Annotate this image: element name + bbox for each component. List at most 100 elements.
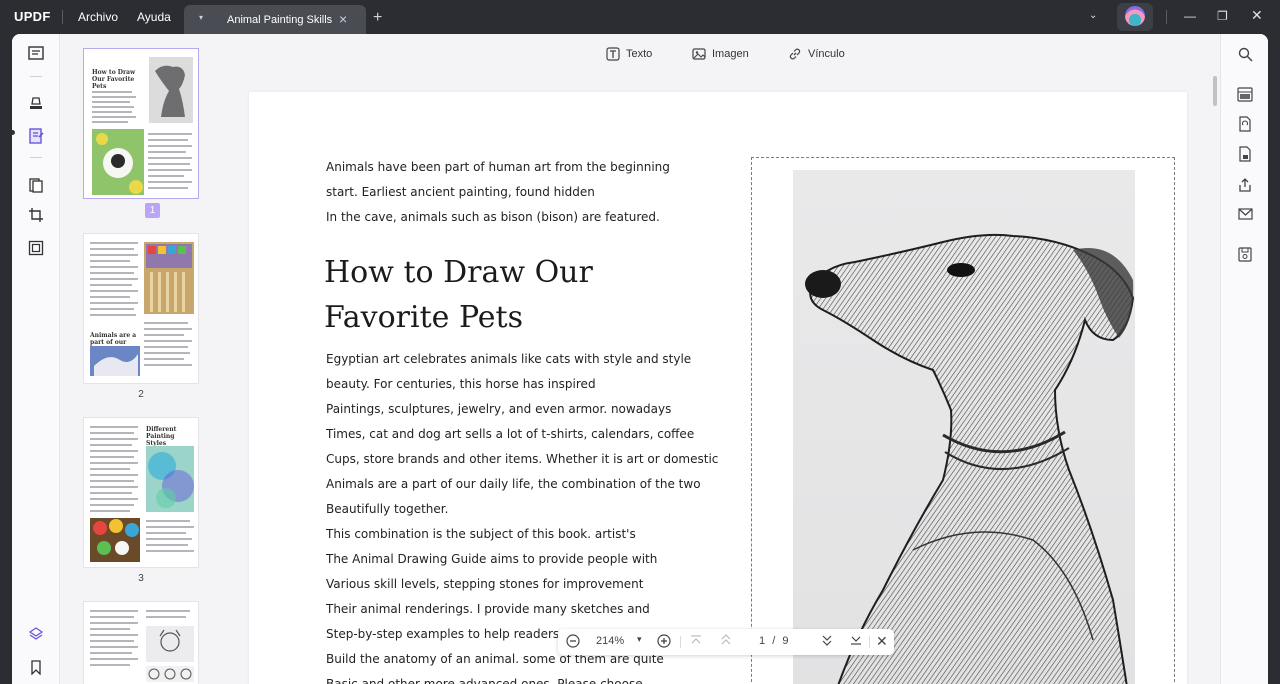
previous-page-icon[interactable] xyxy=(720,633,732,650)
thumb-watercolor xyxy=(146,446,194,512)
zoom-out-icon[interactable] xyxy=(566,634,580,651)
share-icon[interactable] xyxy=(1235,174,1255,194)
close-bar-icon[interactable]: ✕ xyxy=(876,633,888,650)
thumb-heading: Different Painting Styles xyxy=(146,426,177,447)
add-image-button[interactable]: Imagen xyxy=(692,47,749,61)
thumb-text-line xyxy=(148,145,192,147)
page-thumbnail-4[interactable] xyxy=(83,601,199,684)
save-icon[interactable] xyxy=(1235,244,1255,264)
thumb-text-line xyxy=(92,101,130,103)
thumb-text-line xyxy=(146,538,192,540)
thumb-text-line xyxy=(90,610,138,612)
text-line: Animals are a part of our daily life, th… xyxy=(326,477,701,491)
thumb-text-line xyxy=(90,646,138,648)
thumb-text-line xyxy=(90,426,138,428)
next-page-icon[interactable] xyxy=(821,633,833,650)
page-heading[interactable]: How to Draw Our Favorite Pets xyxy=(324,250,593,340)
thumb-text-line xyxy=(90,486,138,488)
image-selection-frame[interactable] xyxy=(751,157,1175,684)
intro-paragraph[interactable]: Animals have been part of human art from… xyxy=(326,155,670,230)
dog-sketch-image[interactable] xyxy=(793,170,1135,684)
zoom-dropdown-icon[interactable]: ▾ xyxy=(637,634,642,645)
page-thumbnail-2[interactable]: Animals are a part of our daily life xyxy=(83,233,199,384)
bookmark-icon[interactable] xyxy=(25,656,47,678)
tab-close-icon[interactable]: × xyxy=(339,11,347,27)
minimize-icon[interactable]: — xyxy=(1184,9,1196,23)
edit-pdf-icon[interactable] xyxy=(25,125,47,147)
text-line: Basic and other more advanced ones. Plea… xyxy=(326,677,643,684)
vertical-scrollbar[interactable] xyxy=(1213,76,1217,106)
thumb-text-line xyxy=(144,352,190,354)
title-bar: UPDF Archivo Ayuda ▾ Animal Painting Ski… xyxy=(0,0,1280,34)
tools-icon[interactable] xyxy=(25,237,47,259)
page-thumbnail-1[interactable]: How to Draw Our Favorite Pets xyxy=(83,48,199,199)
protect-icon[interactable] xyxy=(1235,144,1255,164)
thumb-text-line xyxy=(90,510,130,512)
text-line: Cups, store brands and other items. Whet… xyxy=(326,452,719,466)
text-line: The Animal Drawing Guide aims to provide… xyxy=(326,552,658,566)
text-line: Times, cat and dog art sells a lot of t-… xyxy=(326,427,695,441)
menu-ayuda[interactable]: Ayuda xyxy=(137,10,171,24)
text-line: In the cave, animals such as bison (biso… xyxy=(326,210,660,224)
thumb-text-line xyxy=(148,139,188,141)
thumb-text-line xyxy=(148,157,192,159)
thumb-paint-pots xyxy=(90,518,140,562)
thumb-text-line xyxy=(148,151,186,153)
left-tool-rail xyxy=(12,34,60,684)
thumb-text-line xyxy=(146,520,190,522)
organize-pages-icon[interactable] xyxy=(25,174,47,196)
thumb-text-line xyxy=(148,133,192,135)
close-window-icon[interactable]: ✕ xyxy=(1251,7,1263,24)
thumb-text-line xyxy=(90,652,132,654)
heading-line: Favorite Pets xyxy=(324,300,523,335)
thumb-text-line xyxy=(90,432,134,434)
thumb-text-line xyxy=(90,314,136,316)
thumb-text-line xyxy=(90,628,130,630)
document-tab[interactable]: ▾ Animal Painting Skills × xyxy=(184,5,366,34)
reader-mode-icon[interactable] xyxy=(25,42,47,64)
thumb-text-line xyxy=(144,328,192,330)
total-pages: 9 xyxy=(782,635,789,647)
zoom-in-icon[interactable] xyxy=(657,634,671,651)
thumb-text-line xyxy=(144,340,192,342)
add-link-button[interactable]: Vínculo xyxy=(788,47,845,61)
thumb-text-line xyxy=(148,181,192,183)
thumb-text-line xyxy=(90,284,132,286)
chevron-down-icon[interactable]: ⌄ xyxy=(1089,10,1097,21)
page-number-1: 1 xyxy=(145,203,160,218)
crop-icon[interactable] xyxy=(25,204,47,226)
pdf-page: Animals have been part of human art from… xyxy=(249,92,1187,684)
text-line: This combination is the subject of this … xyxy=(326,527,636,541)
divider xyxy=(62,10,63,24)
layers-icon[interactable] xyxy=(25,623,47,645)
page-number-2: 2 xyxy=(138,389,144,400)
thumb-text-line xyxy=(90,498,138,500)
active-indicator xyxy=(12,130,15,135)
convert-icon[interactable] xyxy=(1235,114,1255,134)
avatar[interactable] xyxy=(1125,6,1145,26)
restore-icon[interactable]: ❐ xyxy=(1217,9,1228,23)
last-page-icon[interactable] xyxy=(850,633,862,650)
thumb-text-line xyxy=(146,532,186,534)
thumb-text-line xyxy=(90,658,138,660)
ocr-icon[interactable] xyxy=(1235,84,1255,104)
thumb-text-line xyxy=(90,634,138,636)
text-line: start. Earliest ancient painting, found … xyxy=(326,185,595,199)
zoom-level[interactable]: 214% xyxy=(596,635,624,647)
right-tool-rail xyxy=(1220,34,1268,684)
thumb-text-line xyxy=(148,175,184,177)
first-page-icon[interactable] xyxy=(690,633,702,650)
email-icon[interactable] xyxy=(1235,204,1255,224)
search-icon[interactable] xyxy=(1235,44,1255,64)
menu-archivo[interactable]: Archivo xyxy=(78,10,118,24)
add-image-label: Imagen xyxy=(712,48,749,60)
add-text-button[interactable]: Texto xyxy=(606,47,652,61)
zoom-navigation-bar: 214% ▾ 1 / 9 ✕ xyxy=(558,629,894,655)
page-input[interactable]: 1 / 9 xyxy=(759,635,809,651)
thumb-pet-photo xyxy=(92,129,144,195)
tab-dropdown-icon[interactable]: ▾ xyxy=(199,13,203,22)
highlighter-icon[interactable] xyxy=(25,92,47,114)
thumb-text-line xyxy=(90,278,138,280)
page-thumbnail-3[interactable]: Different Painting Styles xyxy=(83,417,199,568)
new-tab-icon[interactable]: + xyxy=(373,9,382,27)
